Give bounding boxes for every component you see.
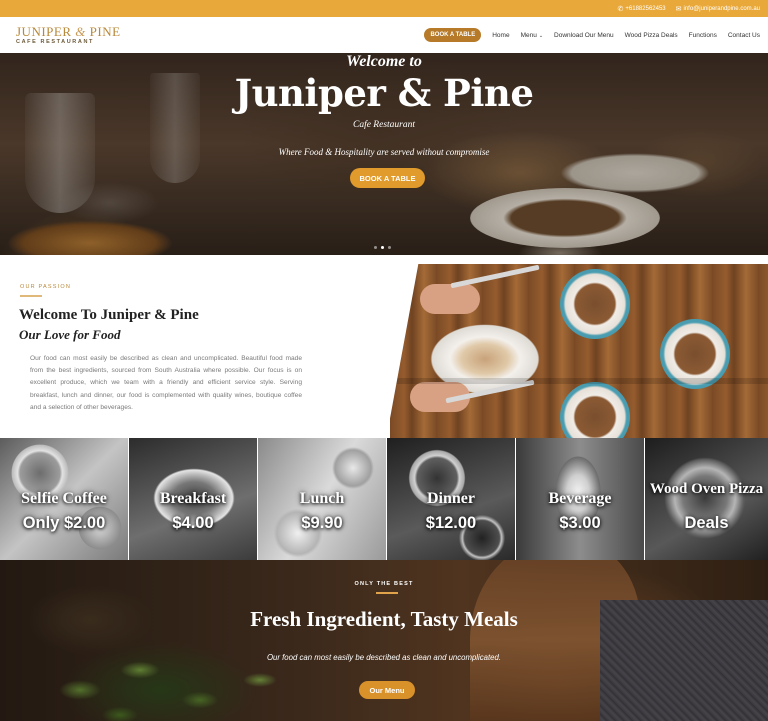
section-body: Our food can most easily be described as…: [30, 355, 302, 411]
phone-number: +61882562453: [625, 5, 666, 12]
section-eyebrow: OUR PASSION: [20, 284, 71, 290]
divider: [376, 592, 398, 594]
tile-price: $9.90: [301, 514, 343, 532]
slider-dot-active[interactable]: [381, 246, 384, 249]
section-title: Fresh Ingredient, Tasty Meals: [250, 607, 518, 631]
hero-subtitle: Cafe Restaurant: [352, 120, 415, 130]
tile-title: Lunch: [299, 490, 345, 507]
chevron-down-icon: ⌄: [538, 32, 544, 39]
hero-tagline: Where Food & Hospitality are served with…: [278, 147, 490, 157]
tile-title: Dinner: [427, 490, 475, 507]
tile-price: Deals: [684, 514, 729, 532]
nav-contact[interactable]: Contact Us: [728, 32, 760, 39]
our-passion-section: OUR PASSION Welcome To Juniper & Pine Ou…: [0, 255, 768, 438]
only-the-best-section: ONLY THE BEST Fresh Ingredient, Tasty Me…: [0, 560, 768, 721]
nav-home[interactable]: Home: [492, 32, 509, 39]
tile-title: Wood Oven Pizza: [649, 481, 764, 497]
hero-title: Juniper & Pine: [234, 71, 534, 115]
section-title: Welcome To Juniper & Pine: [19, 307, 199, 323]
tile-price: $12.00: [425, 514, 477, 532]
section-eyebrow: ONLY THE BEST: [354, 581, 414, 587]
nav-menu[interactable]: Menu ⌄: [521, 32, 543, 39]
logo-tagline: CAFE RESTAURANT: [16, 38, 94, 45]
hero-book-table-button[interactable]: BOOK A TABLE: [350, 168, 425, 188]
section-description: Our food can most easily be described as…: [266, 653, 502, 662]
our-menu-button[interactable]: Our Menu: [359, 681, 415, 699]
hero-welcome: Welcome to: [346, 53, 422, 70]
tile-price: Only $2.00: [22, 514, 106, 532]
tile-breakfast[interactable]: Breakfast $4.00: [129, 438, 258, 560]
email-contact[interactable]: ✉ info@juniperandpine.com.au: [676, 5, 760, 13]
tile-selfie-coffee[interactable]: Selfie Coffee Only $2.00: [0, 438, 129, 560]
logo-name-part2: PINE: [89, 23, 121, 39]
table-photo: [390, 264, 768, 438]
tile-title: Selfie Coffee: [21, 490, 107, 507]
email-address: info@juniperandpine.com.au: [683, 5, 760, 12]
divider: [20, 295, 42, 297]
slider-dots: [374, 246, 391, 249]
tile-title: Beverage: [548, 490, 612, 507]
tile-price: $4.00: [172, 514, 214, 532]
logo-name-part1: JUNIPER: [16, 23, 72, 39]
hero-slider: Welcome to Juniper & Pine Cafe Restauran…: [0, 53, 768, 255]
tile-price: $3.00: [559, 514, 601, 532]
tile-title: Breakfast: [159, 490, 227, 507]
envelope-icon: ✉: [675, 5, 682, 13]
slider-dot[interactable]: [388, 246, 391, 249]
slider-dot[interactable]: [374, 246, 377, 249]
tile-wood-oven-pizza[interactable]: Wood Oven Pizza Deals: [645, 438, 768, 560]
menu-tiles: Selfie Coffee Only $2.00 Breakfast $4.00…: [0, 438, 768, 560]
phone-contact[interactable]: ✆ +61882562453: [618, 5, 666, 13]
logo-ampersand: &: [75, 23, 86, 39]
site-logo[interactable]: JUNIPER & PINE CAFE RESTAURANT: [16, 25, 121, 46]
tile-lunch[interactable]: Lunch $9.90: [258, 438, 387, 560]
nav-download-menu[interactable]: Download Our Menu: [554, 32, 614, 39]
nav-menu-label: Menu: [520, 31, 537, 39]
tile-dinner[interactable]: Dinner $12.00: [387, 438, 516, 560]
section-subtitle: Our Love for Food: [19, 327, 121, 342]
top-bar: ✆ +61882562453 ✉ info@juniperandpine.com…: [0, 0, 768, 17]
tile-beverage[interactable]: Beverage $3.00: [516, 438, 645, 560]
site-header: JUNIPER & PINE CAFE RESTAURANT BOOK A TA…: [0, 17, 768, 53]
main-nav: BOOK A TABLE Home Menu ⌄ Download Our Men…: [424, 28, 760, 42]
phone-icon: ✆: [617, 5, 624, 13]
nav-wood-pizza-deals[interactable]: Wood Pizza Deals: [625, 32, 678, 39]
nav-book-table-button[interactable]: BOOK A TABLE: [424, 28, 482, 42]
nav-functions[interactable]: Functions: [689, 32, 717, 39]
